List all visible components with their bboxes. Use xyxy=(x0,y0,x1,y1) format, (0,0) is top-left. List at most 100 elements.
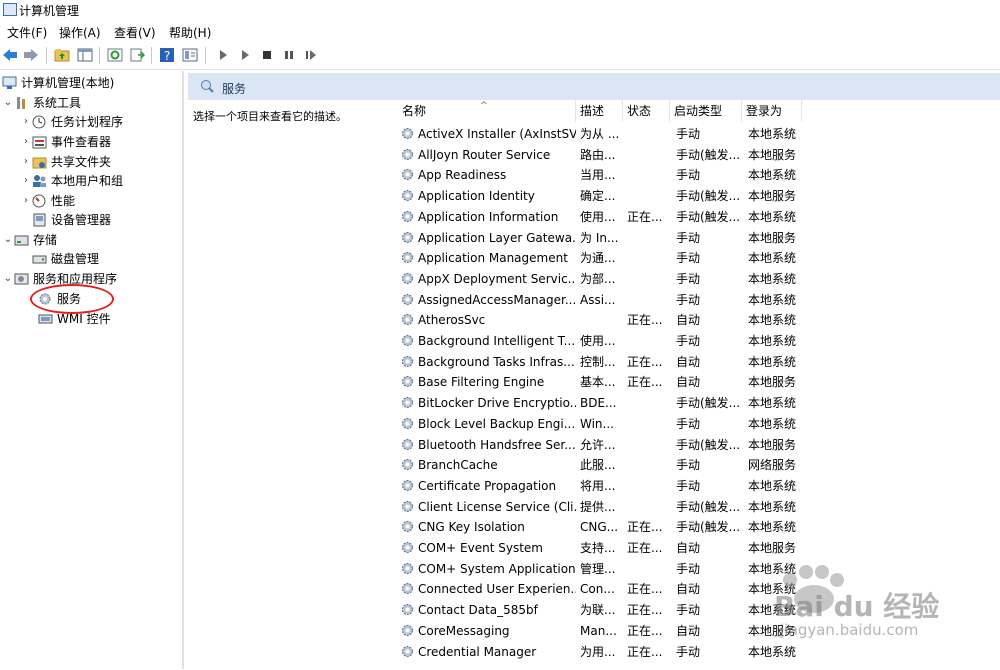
chevron-right-icon[interactable]: › xyxy=(20,136,32,147)
forward-arrow-icon[interactable] xyxy=(22,46,40,64)
service-gear-icon xyxy=(401,355,414,368)
service-status xyxy=(627,414,669,434)
service-startup: 手动 xyxy=(676,127,701,141)
chevron-down-icon[interactable]: ⌄ xyxy=(2,234,14,245)
service-desc: 为用... xyxy=(580,644,616,659)
pane-header: 服务 xyxy=(188,73,1000,100)
tree-item-task-scheduler[interactable]: › 任务计划程序 xyxy=(20,112,123,131)
stop-icon[interactable] xyxy=(258,46,276,64)
chevron-right-icon[interactable]: › xyxy=(20,116,32,127)
service-status: 正在... xyxy=(627,209,663,224)
column-header-desc[interactable]: 描述 xyxy=(576,100,623,122)
service-gear-icon xyxy=(401,293,414,306)
service-desc: 为 In... xyxy=(580,230,619,245)
table-row[interactable]: ActiveX Installer (AxInstSV) 为从 ... 手动 本地系统 xyxy=(398,124,1000,144)
table-row[interactable]: App Readiness 当用... 手动 本地系统 xyxy=(398,165,1000,185)
menu-bar: 文件(F) 操作(A) 查看(V) 帮助(H) xyxy=(0,20,1000,42)
service-gear-icon xyxy=(401,313,414,326)
tree-item-performance[interactable]: › 性能 xyxy=(20,191,75,210)
restart-icon[interactable] xyxy=(302,46,320,64)
service-gear-icon xyxy=(401,624,414,637)
table-row[interactable]: Background Intelligent T... 使用... 手动 本地系统 xyxy=(398,331,1000,351)
menu-help[interactable]: 帮助(H) xyxy=(169,24,211,41)
play-icon[interactable] xyxy=(236,46,254,64)
table-row[interactable]: Application Information 使用... 正在... 手动(触发..… xyxy=(398,207,1000,227)
table-row[interactable]: BranchCache 此服... 手动 网络服务 xyxy=(398,455,1000,475)
tree-item-shared-folders[interactable]: › 共享文件夹 xyxy=(20,152,111,171)
table-row[interactable]: Client License Service (Cli... 提供... 手动(触发… xyxy=(398,497,1000,517)
table-row[interactable]: Block Level Backup Engi... Win... 手动 本地系统 xyxy=(398,414,1000,434)
menu-file[interactable]: 文件(F) xyxy=(7,24,47,41)
baidu-watermark: Bai du 经验 jingyan.baidu.com xyxy=(760,555,996,667)
tree-item-storage[interactable]: ⌄ 存储 xyxy=(2,230,57,249)
up-folder-icon[interactable] xyxy=(53,46,71,64)
navigation-tree: 计算机管理(本地) ⌄ 系统工具 › 任务计划程序 › 事件查看器 › 共享文件… xyxy=(0,71,184,669)
service-name: Background Intelligent T... xyxy=(418,334,576,348)
column-header-name[interactable]: 名称 ^ xyxy=(398,100,576,122)
refresh-icon[interactable] xyxy=(106,46,124,64)
service-logon: 本地服务 xyxy=(748,375,797,390)
menu-action[interactable]: 操作(A) xyxy=(59,24,101,41)
show-hide-tree-icon[interactable] xyxy=(76,46,94,64)
table-row[interactable]: Application Layer Gatewa... 为 In... 手动 本地服务 xyxy=(398,228,1000,248)
service-gear-icon xyxy=(401,334,414,347)
tree-item-event-viewer[interactable]: › 事件查看器 xyxy=(20,132,111,151)
start-service-icon[interactable] xyxy=(214,46,232,64)
service-gear-icon xyxy=(401,251,414,264)
service-desc: 使用... xyxy=(580,334,616,348)
table-row[interactable]: CNG Key Isolation CNG... 正在... 手动(触发... 本地系统 xyxy=(398,517,1000,537)
description-pane: 选择一个项目来查看它的描述。 xyxy=(188,100,388,669)
table-row[interactable]: Certificate Propagation 将用... 手动 本地系统 xyxy=(398,476,1000,496)
computer-management-icon xyxy=(3,3,17,16)
table-row[interactable]: AssignedAccessManager... Assi... 手动 本地系统 xyxy=(398,290,1000,310)
service-startup: 手动(触发... xyxy=(676,499,741,514)
table-row[interactable]: Base Filtering Engine 基本... 正在... 自动 本地服务 xyxy=(398,372,1000,392)
service-name: Application Management xyxy=(418,251,568,266)
service-name: AppX Deployment Servic... xyxy=(418,271,576,286)
service-status: 正在... xyxy=(627,354,663,369)
tree-item-system-tools[interactable]: ⌄ 系统工具 xyxy=(2,93,81,112)
back-arrow-icon[interactable] xyxy=(1,46,19,64)
service-name: CNG Key Isolation xyxy=(418,520,525,535)
table-row[interactable]: BitLocker Drive Encryptio... BDE... 手动(触发.… xyxy=(398,393,1000,413)
tree-item-disk-management[interactable]: 磁盘管理 xyxy=(32,249,99,268)
service-startup: 手动(触发... xyxy=(676,189,741,204)
table-row[interactable]: Application Management 为通... 手动 本地系统 xyxy=(398,248,1000,268)
tree-label-disk-management: 磁盘管理 xyxy=(51,252,100,266)
table-row[interactable]: Background Tasks Infras... 控制... 正在... 自动 本地… xyxy=(398,352,1000,372)
chevron-right-icon[interactable]: › xyxy=(20,195,32,206)
chevron-right-icon[interactable]: › xyxy=(20,156,32,167)
table-row[interactable]: AllJoyn Router Service 路由... 手动(触发... 本地服务 xyxy=(398,145,1000,165)
properties-icon[interactable] xyxy=(181,46,199,64)
service-gear-icon xyxy=(401,417,414,430)
column-header-startup[interactable]: 启动类型 xyxy=(670,100,742,122)
export-list-icon[interactable] xyxy=(128,46,146,64)
service-desc: 使用... xyxy=(580,209,616,224)
tree-item-local-users[interactable]: › 本地用户和组 xyxy=(20,171,123,190)
service-logon: 本地服务 xyxy=(748,189,797,204)
table-row[interactable]: AtherosSvc 正在... 自动 本地系统 xyxy=(398,310,1000,330)
service-status: 正在... xyxy=(627,603,663,618)
shared-folder-icon xyxy=(32,155,47,169)
service-logon: 网络服务 xyxy=(748,458,797,473)
pause-icon[interactable] xyxy=(280,46,298,64)
table-row[interactable]: Application Identity 确定... 手动(触发... 本地服务 xyxy=(398,186,1000,206)
tree-label-task-scheduler: 任务计划程序 xyxy=(51,115,124,129)
help-icon[interactable]: ? xyxy=(158,46,176,64)
chevron-down-icon[interactable]: ⌄ xyxy=(2,273,14,284)
chevron-down-icon[interactable]: ⌄ xyxy=(2,97,14,108)
table-row[interactable]: Bluetooth Handsfree Ser... 允许... 手动(触发... 本… xyxy=(398,435,1000,455)
column-header-status[interactable]: 状态 xyxy=(623,100,670,122)
tools-icon xyxy=(14,96,29,110)
service-status: 正在... xyxy=(627,313,663,328)
table-row[interactable]: AppX Deployment Servic... 为部... 手动 本地系统 xyxy=(398,269,1000,289)
service-status xyxy=(627,269,669,289)
tree-item-root[interactable]: 计算机管理(本地) xyxy=(2,73,114,92)
service-status xyxy=(627,393,669,413)
menu-view[interactable]: 查看(V) xyxy=(114,24,156,41)
column-header-logon[interactable]: 登录为 xyxy=(742,100,802,122)
service-gear-icon xyxy=(401,396,414,409)
tree-item-device-manager[interactable]: 设备管理器 xyxy=(32,210,111,229)
service-logon: 本地服务 xyxy=(748,147,797,162)
chevron-right-icon[interactable]: › xyxy=(20,175,32,186)
